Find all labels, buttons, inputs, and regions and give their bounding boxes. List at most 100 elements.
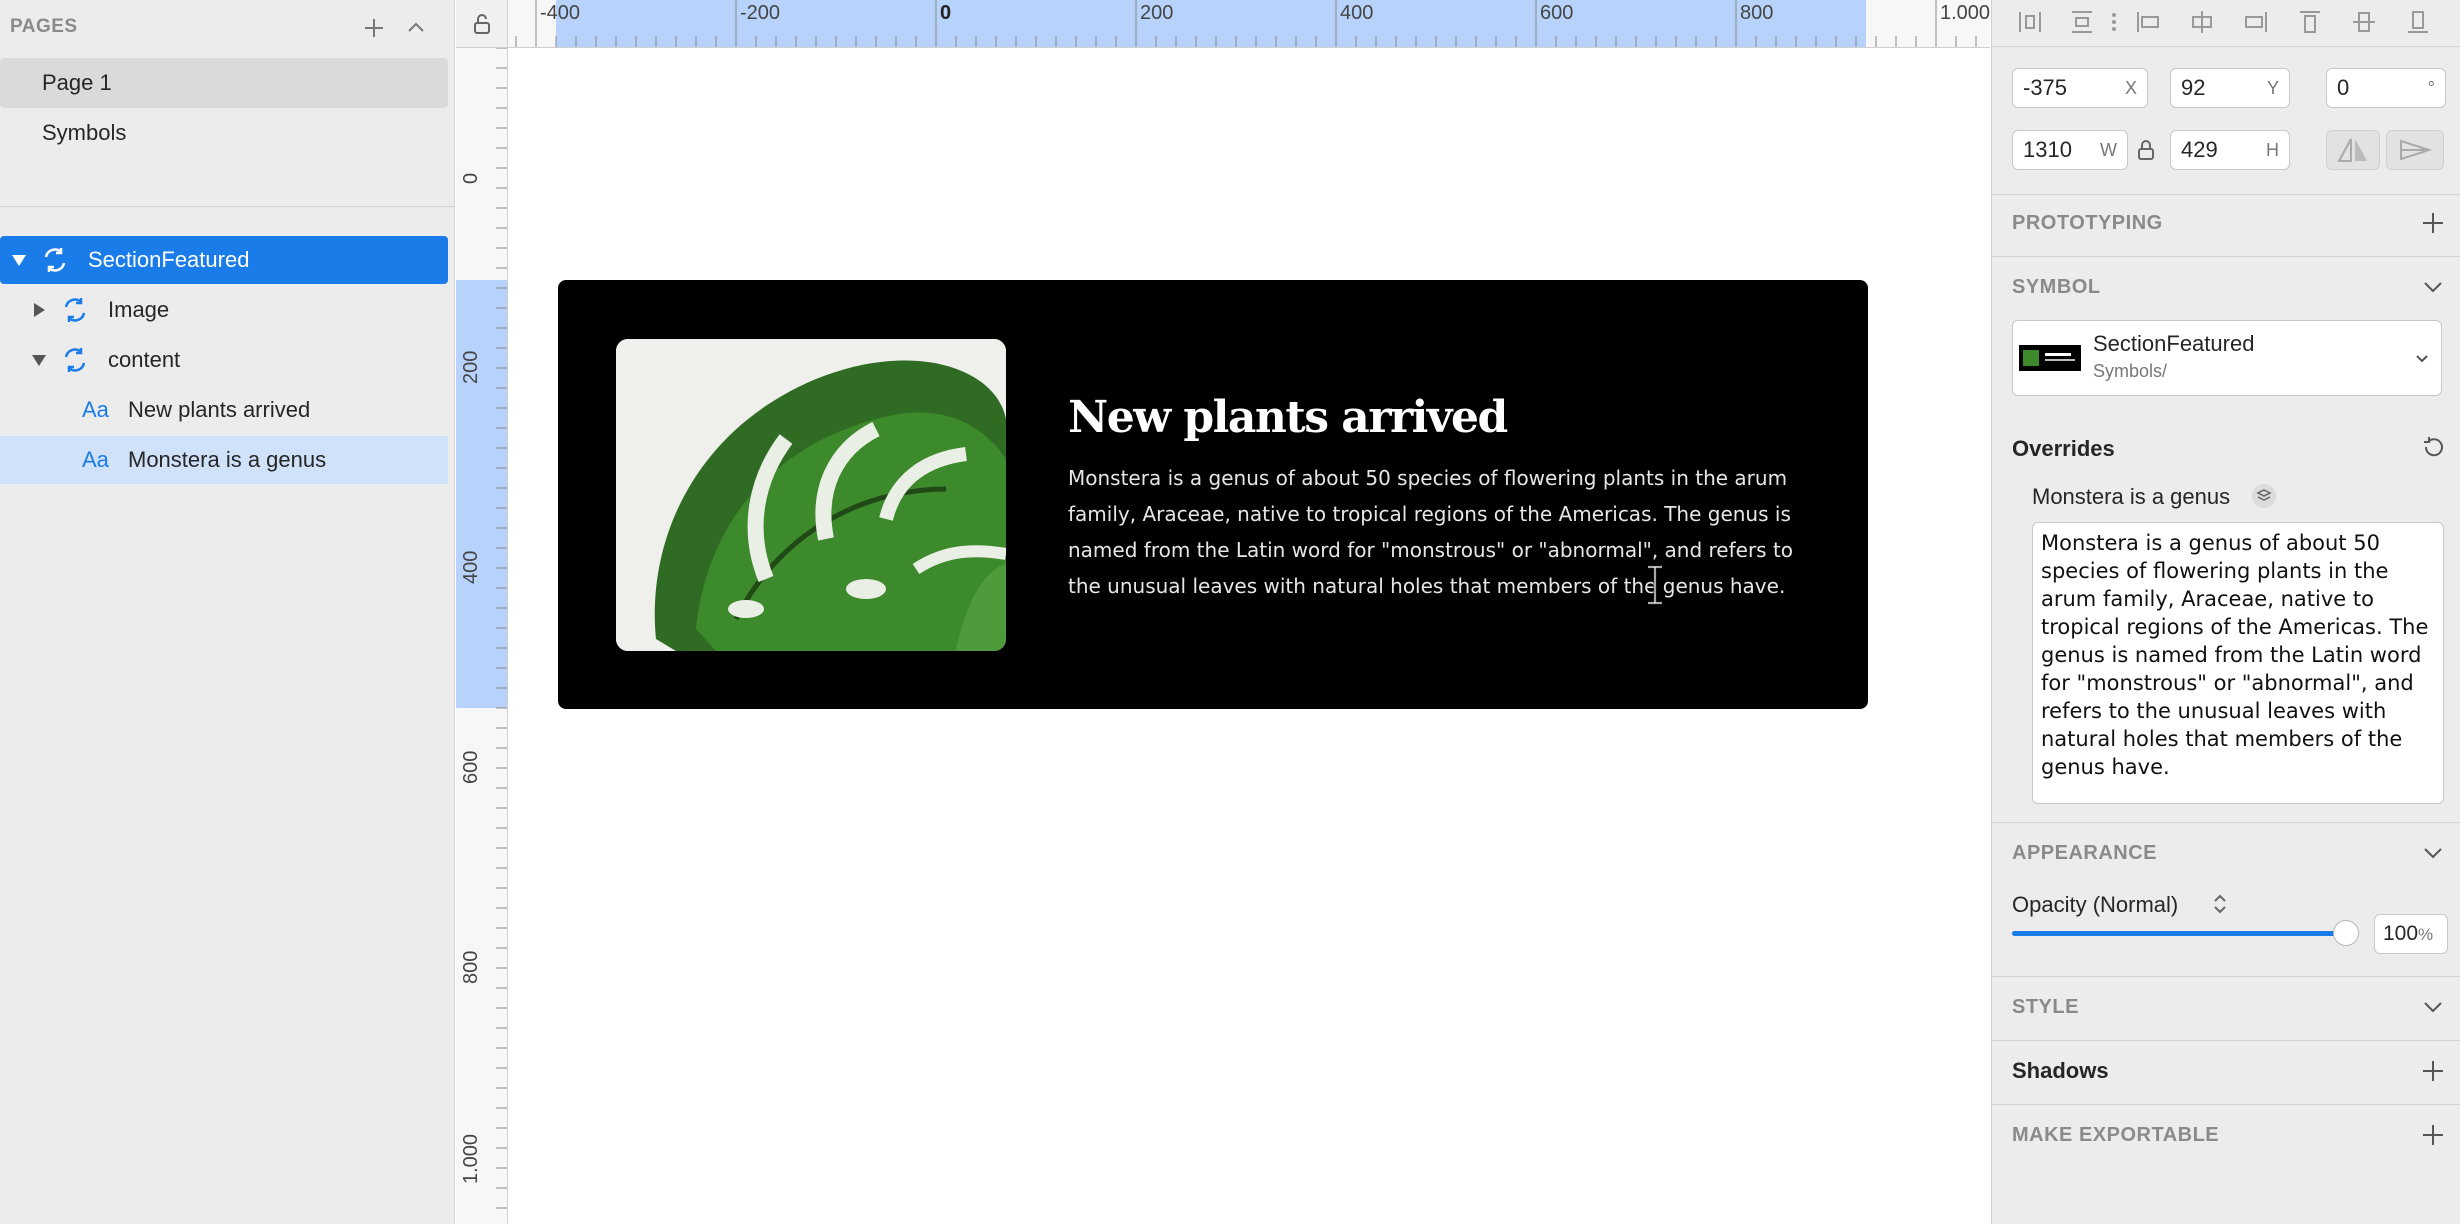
layer-new-plants-arrived[interactable]: Aa New plants arrived bbox=[0, 386, 448, 434]
page-item-symbols[interactable]: Symbols bbox=[0, 108, 448, 158]
layer-monstera-is-a-genus[interactable]: Aa Monstera is a genus bbox=[0, 436, 448, 484]
divider bbox=[1992, 194, 2460, 195]
layers-icon[interactable] bbox=[2252, 484, 2276, 508]
width-field[interactable]: 1310 W bbox=[2012, 130, 2128, 170]
disclosure-open-icon[interactable] bbox=[30, 351, 48, 369]
sidebar-divider bbox=[0, 206, 455, 207]
ruler-label: 600 bbox=[1540, 2, 1574, 24]
chevron-down-icon[interactable] bbox=[2420, 274, 2446, 300]
align-left-icon[interactable] bbox=[2134, 8, 2162, 36]
monstera-leaf-image[interactable] bbox=[616, 339, 1006, 651]
disclosure-closed-icon[interactable] bbox=[30, 301, 48, 319]
w-suffix: W bbox=[2100, 140, 2117, 160]
vertical-ruler[interactable]: 0 200 400 600 800 1.000 bbox=[456, 48, 508, 1224]
layer-label: Image bbox=[108, 297, 170, 322]
inspector-panel: -375 X 92 Y 0 ° 1310 W 429 H PROTOTYPING… bbox=[1991, 0, 2460, 1224]
layer-label: Monstera is a genus bbox=[128, 447, 327, 472]
add-shadow-icon[interactable] bbox=[2420, 1058, 2446, 1084]
x-position-field[interactable]: -375 X bbox=[2012, 68, 2148, 108]
layer-content[interactable]: content bbox=[0, 336, 448, 384]
opacity-field[interactable]: 100% bbox=[2374, 914, 2448, 954]
y-value: 92 bbox=[2181, 75, 2206, 100]
x-suffix: X bbox=[2124, 78, 2137, 98]
text-cursor-icon bbox=[1648, 565, 1662, 605]
layers-sidebar: PAGES Page 1 Symbols SectionFeatured Ima… bbox=[0, 0, 455, 1224]
more-options-icon[interactable] bbox=[2100, 8, 2128, 36]
align-bottom-icon[interactable] bbox=[2404, 8, 2432, 36]
opacity-slider-knob[interactable] bbox=[2333, 920, 2359, 946]
horizontal-ruler[interactable]: -400 -200 0 200 400 600 800 1.000 bbox=[456, 0, 1990, 48]
symbol-title: SYMBOL bbox=[2012, 276, 2101, 298]
text-layer-icon: Aa bbox=[82, 397, 109, 422]
override-label: Monstera is a genus bbox=[2032, 484, 2231, 509]
card-body-text[interactable]: Monstera is a genus of about 50 species … bbox=[1068, 460, 1798, 604]
lock-ratio-icon[interactable] bbox=[2136, 138, 2156, 162]
prototyping-title: PROTOTYPING bbox=[2012, 212, 2163, 234]
distribute-vertical-icon[interactable] bbox=[2068, 8, 2096, 36]
symbol-thumbnail bbox=[2019, 345, 2081, 371]
rotation-field[interactable]: 0 ° bbox=[2326, 68, 2446, 108]
flip-vertical-button[interactable] bbox=[2386, 130, 2444, 170]
ruler-label: 400 bbox=[1340, 2, 1374, 24]
canvas[interactable]: -400 -200 0 200 400 600 800 1.000 0 200 … bbox=[456, 0, 1990, 1224]
y-position-field[interactable]: 92 Y bbox=[2170, 68, 2290, 108]
add-prototyping-icon[interactable] bbox=[2420, 210, 2446, 236]
divider bbox=[1992, 46, 2460, 47]
opacity-slider-track[interactable] bbox=[2012, 931, 2346, 936]
flip-horizontal-button[interactable] bbox=[2326, 130, 2380, 170]
layer-label: New plants arrived bbox=[128, 397, 311, 422]
ruler-label: 0 bbox=[940, 2, 952, 24]
symbol-instance-icon bbox=[64, 298, 86, 322]
x-value: -375 bbox=[2023, 75, 2068, 100]
ruler-label: 800 bbox=[1740, 2, 1774, 24]
height-field[interactable]: 429 H bbox=[2170, 130, 2290, 170]
override-text-field[interactable]: Monstera is a genus of about 50 species … bbox=[2032, 522, 2444, 804]
align-middle-vertical-icon[interactable] bbox=[2350, 8, 2378, 36]
stepper-icon[interactable] bbox=[2212, 892, 2228, 916]
ruler-label: 200 bbox=[1140, 2, 1174, 24]
collapse-pages-icon[interactable] bbox=[402, 14, 430, 42]
page-label: Symbols bbox=[42, 120, 127, 145]
ruler-label: -400 bbox=[540, 2, 581, 24]
layer-section-featured[interactable]: SectionFeatured bbox=[0, 236, 448, 284]
page-item-page-1[interactable]: Page 1 bbox=[0, 58, 448, 108]
divider bbox=[1992, 822, 2460, 823]
w-value: 1310 bbox=[2023, 137, 2072, 162]
symbol-name: SectionFeatured bbox=[2093, 331, 2255, 356]
alignment-toolbar bbox=[1992, 0, 2460, 46]
ruler-ticks bbox=[496, 48, 507, 1209]
card-title[interactable]: New plants arrived bbox=[1068, 392, 1508, 443]
shadows-title: Shadows bbox=[2012, 1058, 2109, 1083]
add-export-icon[interactable] bbox=[2420, 1122, 2446, 1148]
page-label: Page 1 bbox=[42, 70, 112, 95]
divider bbox=[1992, 1040, 2460, 1041]
ruler-label: 1.000 bbox=[1940, 2, 1990, 24]
symbol-path: Symbols/ bbox=[2093, 361, 2168, 381]
opacity-unit: % bbox=[2418, 925, 2434, 944]
layer-label: SectionFeatured bbox=[88, 247, 250, 272]
symbol-instance-icon bbox=[44, 248, 66, 272]
align-right-icon[interactable] bbox=[2242, 8, 2270, 36]
symbol-picker[interactable]: SectionFeatured Symbols/ bbox=[2012, 320, 2442, 396]
chevron-down-icon[interactable] bbox=[2420, 994, 2446, 1020]
layer-image[interactable]: Image bbox=[0, 286, 448, 334]
h-suffix: H bbox=[2266, 140, 2279, 160]
ruler-label: 1.000 bbox=[460, 1133, 482, 1184]
section-featured-artboard[interactable]: New plants arrived Monstera is a genus o… bbox=[558, 280, 1868, 709]
ruler-label: 400 bbox=[460, 550, 482, 584]
chevron-down-icon[interactable] bbox=[2420, 840, 2446, 866]
symbol-instance-icon bbox=[64, 348, 86, 372]
align-top-icon[interactable] bbox=[2296, 8, 2324, 36]
distribute-horizontal-icon[interactable] bbox=[2016, 8, 2044, 36]
reset-overrides-icon[interactable] bbox=[2420, 434, 2446, 460]
pages-header: PAGES bbox=[10, 14, 450, 40]
ruler-lock-icon[interactable] bbox=[456, 0, 508, 48]
rotation-value: 0 bbox=[2337, 75, 2350, 100]
text-layer-icon: Aa bbox=[82, 447, 109, 472]
add-page-icon[interactable] bbox=[360, 14, 388, 42]
opacity-value: 100 bbox=[2383, 922, 2419, 945]
chevron-down-icon bbox=[2416, 355, 2428, 363]
align-center-horizontal-icon[interactable] bbox=[2188, 8, 2216, 36]
disclosure-open-icon[interactable] bbox=[10, 251, 28, 269]
opacity-label[interactable]: Opacity (Normal) bbox=[2012, 892, 2178, 918]
